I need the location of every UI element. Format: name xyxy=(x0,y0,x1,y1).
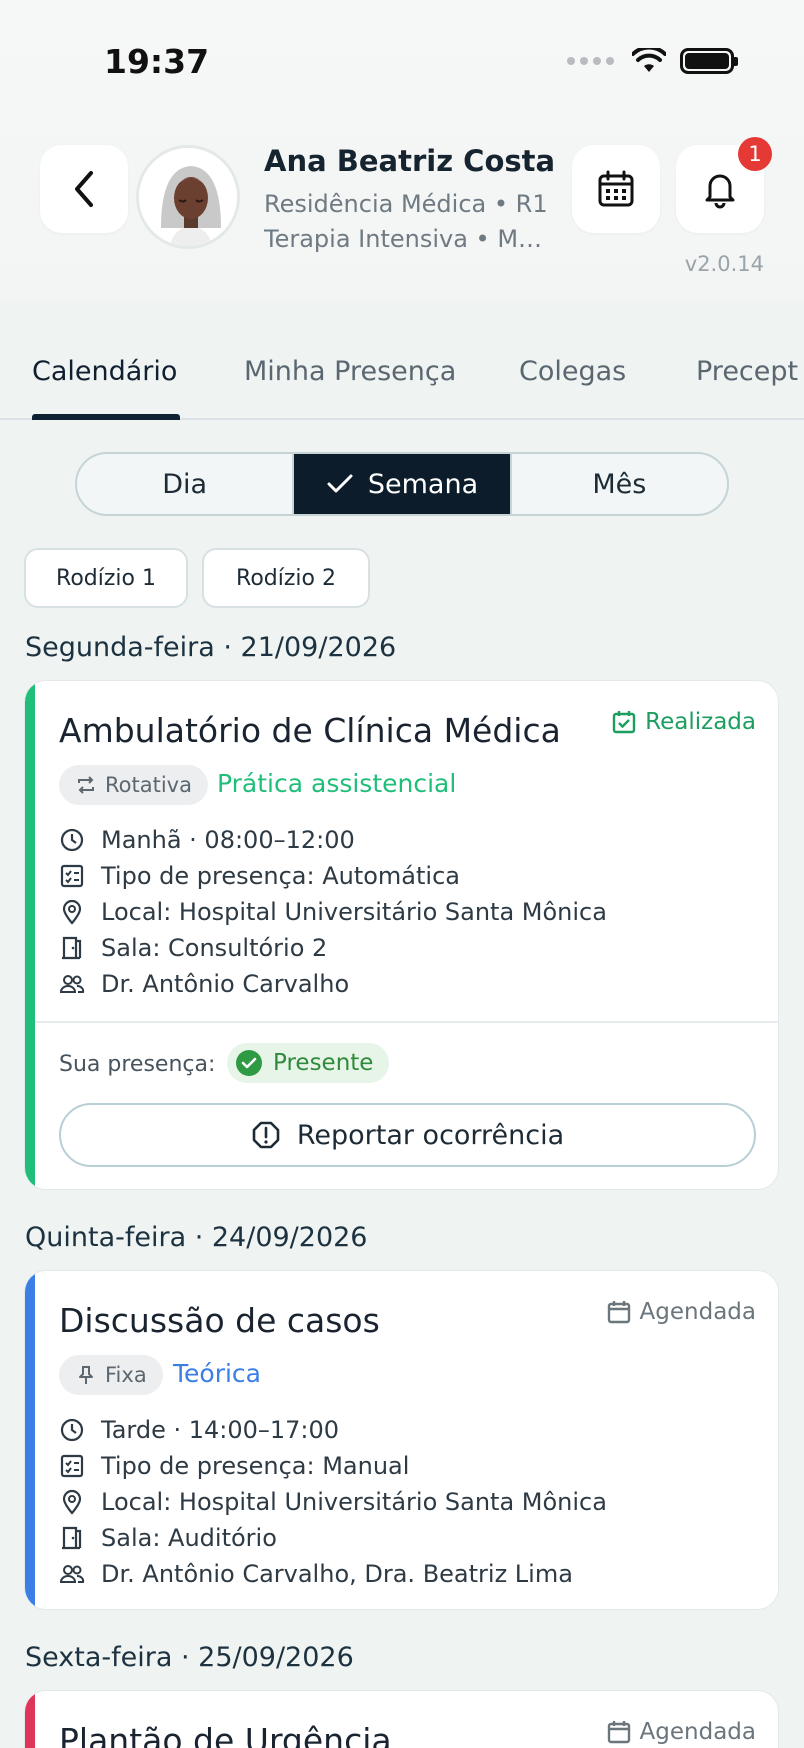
bell-icon xyxy=(705,174,735,209)
back-button[interactable] xyxy=(40,145,128,233)
battery-icon xyxy=(680,48,738,74)
calendar-button[interactable] xyxy=(572,145,660,233)
door-icon xyxy=(62,936,82,960)
event-status-label: Agendada xyxy=(639,1299,756,1325)
info-row-location: Local: Hospital Universitário Santa Môni… xyxy=(59,898,607,926)
clock-icon xyxy=(60,1418,84,1442)
info-row-text: Tarde · 14:00–17:00 xyxy=(101,1416,340,1444)
info-row-text: Local: Hospital Universitário Santa Môni… xyxy=(101,898,607,926)
info-row-time: Tarde · 14:00–17:00 xyxy=(59,1416,339,1444)
info-row-room: Sala: Auditório xyxy=(59,1524,277,1552)
view-toggle: Dia Semana Mês xyxy=(75,452,729,516)
status-time: 19:37 xyxy=(104,42,210,81)
calendar-check-icon xyxy=(612,711,636,734)
checklist-icon xyxy=(60,1454,84,1478)
wifi-icon xyxy=(632,48,666,72)
event-type: Prática assistencial xyxy=(217,769,457,798)
event-tag-label: Fixa xyxy=(105,1363,147,1387)
presence-status-label: Presente xyxy=(273,1050,374,1076)
user-program: Residência Médica • R1 xyxy=(264,190,548,218)
info-row-preceptor: Dr. Antônio Carvalho, Dra. Beatriz Lima xyxy=(59,1560,573,1588)
info-row-text: Manhã · 08:00–12:00 xyxy=(101,826,355,854)
day-header: Sexta-feira · 25/09/2026 xyxy=(25,1642,354,1673)
tab-preceptores[interactable]: Precept xyxy=(696,356,798,387)
notification-badge: 1 xyxy=(738,137,772,171)
info-row-text: Dr. Antônio Carvalho, Dra. Beatriz Lima xyxy=(101,1560,573,1588)
check-icon xyxy=(327,474,353,493)
event-type: Teórica xyxy=(173,1359,261,1388)
calendar-icon xyxy=(607,1301,630,1324)
info-row-text: Local: Hospital Universitário Santa Môni… xyxy=(101,1488,607,1516)
event-card[interactable]: Discussão de casos Agendada Fixa Teórica… xyxy=(24,1270,779,1610)
report-occurrence-button[interactable]: Reportar ocorrência xyxy=(59,1103,756,1167)
event-status-label: Agendada xyxy=(639,1719,756,1745)
status-icons xyxy=(567,48,738,74)
alert-circle-icon xyxy=(252,1121,280,1149)
presence-label: Sua presença: xyxy=(59,1052,216,1077)
users-icon xyxy=(59,1565,85,1583)
info-row-attendance-type: Tipo de presença: Manual xyxy=(59,1452,409,1480)
info-row-attendance-type: Tipo de presença: Automática xyxy=(59,862,460,890)
location-pin-icon xyxy=(62,899,82,925)
check-circle-icon xyxy=(236,1050,262,1076)
calendar-icon xyxy=(598,170,634,207)
event-title: Ambulatório de Clínica Médica xyxy=(59,711,561,750)
app-version: v2.0.14 xyxy=(684,252,764,276)
users-icon xyxy=(59,975,85,993)
avatar[interactable] xyxy=(136,145,240,249)
tab-minha-presenca[interactable]: Minha Presença xyxy=(244,356,456,387)
presence-status: Presente xyxy=(227,1043,390,1083)
event-status: Realizada xyxy=(611,709,756,735)
view-option-label: Semana xyxy=(367,468,479,500)
card-divider xyxy=(35,1021,778,1023)
view-option-day[interactable]: Dia xyxy=(77,454,292,514)
event-tag-label: Rotativa xyxy=(105,773,192,797)
clock-icon xyxy=(60,828,84,852)
info-row-text: Tipo de presença: Manual xyxy=(101,1452,410,1480)
rotation-chip-2[interactable]: Rodízio 2 xyxy=(202,548,370,608)
report-button-label: Reportar ocorrência xyxy=(296,1119,565,1151)
checklist-icon xyxy=(60,864,84,888)
view-option-month[interactable]: Mês xyxy=(509,454,727,514)
info-row-preceptor: Dr. Antônio Carvalho xyxy=(59,970,349,998)
event-accent-stripe xyxy=(25,1271,35,1609)
info-row-text: Dr. Antônio Carvalho xyxy=(101,970,350,998)
day-header: Segunda-feira · 21/09/2026 xyxy=(25,632,397,663)
view-option-label: Dia xyxy=(162,468,208,500)
tab-bar: Calendário Minha Presença Colegas Precep… xyxy=(0,300,804,420)
event-status: Agendada xyxy=(606,1299,756,1325)
event-status: Agendada xyxy=(606,1719,756,1745)
info-row-location: Local: Hospital Universitário Santa Môni… xyxy=(59,1488,607,1516)
info-row-text: Sala: Auditório xyxy=(101,1524,277,1552)
event-tag: Fixa xyxy=(59,1355,163,1395)
event-card[interactable]: Ambulatório de Clínica Médica Realizada … xyxy=(24,680,779,1190)
tab-colegas[interactable]: Colegas xyxy=(519,356,626,387)
location-pin-icon xyxy=(62,1489,82,1515)
event-title: Discussão de casos xyxy=(59,1301,380,1340)
view-option-label: Mês xyxy=(592,468,647,500)
event-card[interactable]: Plantão de Urgência Agendada xyxy=(24,1690,779,1748)
event-title: Plantão de Urgência xyxy=(59,1721,392,1748)
event-accent-stripe xyxy=(25,1691,35,1748)
repeat-icon xyxy=(78,776,94,794)
user-specialty: Terapia Intensiva • Me... xyxy=(264,225,544,253)
pin-icon xyxy=(79,1366,93,1384)
calendar-icon xyxy=(607,1721,630,1744)
door-icon xyxy=(62,1526,82,1550)
day-header: Quinta-feira · 24/09/2026 xyxy=(25,1222,368,1253)
rotation-chip-1[interactable]: Rodízio 1 xyxy=(24,548,188,608)
event-status-label: Realizada xyxy=(645,709,756,735)
event-accent-stripe xyxy=(25,681,35,1189)
tab-calendario[interactable]: Calendário xyxy=(32,356,177,387)
event-tag: Rotativa xyxy=(59,765,208,805)
info-row-text: Sala: Consultório 2 xyxy=(101,934,328,962)
active-tab-indicator xyxy=(32,414,180,420)
user-name: Ana Beatriz Costa xyxy=(264,144,556,178)
chevron-left-icon xyxy=(75,171,93,207)
info-row-room: Sala: Consultório 2 xyxy=(59,934,327,962)
signal-icon xyxy=(567,57,614,65)
info-row-time: Manhã · 08:00–12:00 xyxy=(59,826,355,854)
info-row-text: Tipo de presença: Automática xyxy=(101,862,460,890)
view-option-week[interactable]: Semana xyxy=(292,454,510,514)
